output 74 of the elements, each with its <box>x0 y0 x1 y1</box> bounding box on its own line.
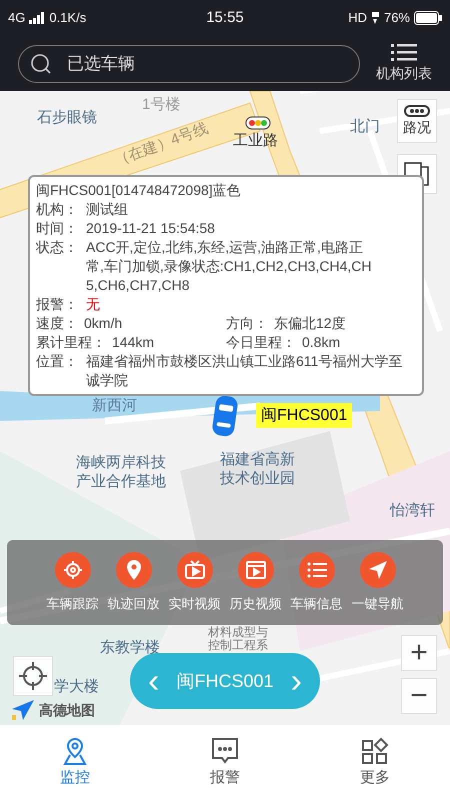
action-button[interactable]: 历史视频 <box>228 552 284 625</box>
action-icon <box>54 552 90 588</box>
vehicle-name: 闽FHCS001 <box>176 670 274 692</box>
nav-tab[interactable]: 更多 <box>300 725 450 800</box>
hd-indicator: HD <box>348 9 367 28</box>
nav-tab[interactable]: 报警 <box>150 725 300 800</box>
map-label: 海峡两岸科技产业合作基地 <box>76 453 167 491</box>
traffic-light-icon <box>245 116 271 130</box>
mobile-data-icon <box>370 11 380 25</box>
action-icon <box>238 552 274 588</box>
map-logo-icon <box>11 699 35 721</box>
info-label: 报警： <box>36 295 79 314</box>
map-label: 材料成型与控制工程系 <box>208 626 269 652</box>
map-label: 石步眼镜 <box>37 108 97 127</box>
map-logo-text: 高德地图 <box>39 700 95 720</box>
network-speed: 0.1K/s <box>49 9 86 28</box>
vehicle-title: 闽FHCS001[014748472098]蓝色 <box>36 181 242 200</box>
locate-button[interactable] <box>13 656 53 696</box>
network-type: 4G <box>8 9 26 28</box>
map-label: 怡湾轩 <box>390 501 435 520</box>
zoom-in-button[interactable]: + <box>401 635 437 671</box>
map-label: 学大楼 <box>54 677 99 696</box>
info-label: 累计里程： <box>36 333 106 352</box>
clock: 15:55 <box>206 8 244 28</box>
signal-icon <box>29 12 46 24</box>
crosshair-icon <box>18 661 48 691</box>
info-label: 机构： <box>36 200 79 219</box>
action-button[interactable]: 车辆跟踪 <box>44 552 100 625</box>
next-vehicle-button[interactable]: › <box>290 664 302 698</box>
action-button[interactable]: 实时视频 <box>166 552 222 625</box>
info-label: 方向： <box>226 314 268 333</box>
action-icon <box>360 552 396 588</box>
map-label: 北门 <box>350 117 380 136</box>
grid-icon <box>361 737 389 765</box>
battery-icon <box>414 11 442 25</box>
info-label: 今日里程： <box>226 333 296 352</box>
action-icon <box>176 552 212 588</box>
vehicle-plate-tag: 闽FHCS001 <box>256 403 352 428</box>
info-label: 时间： <box>36 219 79 238</box>
info-value: 测试组 <box>86 200 129 219</box>
traffic-button[interactable]: 路况 <box>397 99 437 143</box>
map-label: 1号楼 <box>142 95 180 114</box>
message-icon <box>211 737 239 765</box>
info-value: 福建省福州市鼓楼区洪山镇工业路611号福州大学至诚学院 <box>86 352 404 390</box>
info-value: 东偏北12度 <box>274 314 346 333</box>
action-button[interactable]: 轨迹回放 <box>106 552 162 625</box>
search-field[interactable]: 已选车辆 <box>18 44 360 82</box>
info-value: 144km <box>112 333 154 352</box>
info-label: 位置： <box>36 352 79 371</box>
info-value: ACC开,定位,北纬,东经,运营,油路正常,电路正常,车门加锁,录像状态:CH1,CH2,CH3,CH4,CH5,CH6,CH7,CH8 <box>86 238 372 295</box>
zoom-out-button[interactable]: − <box>401 678 437 714</box>
location-pin-icon <box>62 737 88 765</box>
search-icon <box>30 52 52 74</box>
map-label: 东教学楼 <box>100 638 160 657</box>
map-label: （在建）4号线 <box>112 118 211 170</box>
info-label: 速度： <box>36 314 78 333</box>
info-value: 0.8km <box>302 333 340 352</box>
info-label: 状态： <box>36 238 79 257</box>
info-value: 无 <box>86 295 101 314</box>
map-label: 福建省高新技术创业园 <box>220 450 296 488</box>
info-value: 0km/h <box>84 314 122 333</box>
map-label: 工业路 <box>233 131 278 150</box>
list-icon <box>391 43 417 63</box>
info-value: 2019-11-21 15:54:58 <box>86 219 216 238</box>
previous-vehicle-button[interactable]: ‹ <box>148 664 160 698</box>
map-label: 新西河 <box>92 396 137 415</box>
nav-tab[interactable]: 监控 <box>0 725 150 800</box>
action-button[interactable]: 车辆信息 <box>288 552 344 625</box>
org-list-button[interactable]: 机构列表 <box>376 43 432 84</box>
traffic-icon <box>404 104 430 116</box>
action-icon <box>116 552 152 588</box>
battery-percent: 76% <box>384 9 410 28</box>
action-button[interactable]: 一键导航 <box>350 552 406 625</box>
action-icon <box>298 552 334 588</box>
